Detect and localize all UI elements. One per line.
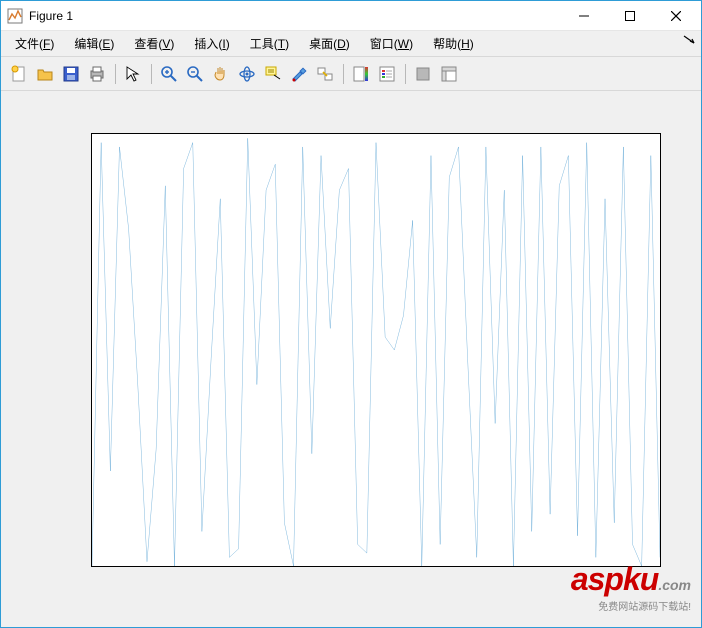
menu-file[interactable]: 文件(F) xyxy=(5,32,64,55)
menu-desktop[interactable]: 桌面(D) xyxy=(299,32,360,55)
menu-window[interactable]: 窗口(W) xyxy=(360,32,423,55)
menu-tools[interactable]: 工具(T) xyxy=(240,32,299,55)
zoom-in-button[interactable] xyxy=(157,62,181,86)
save-button[interactable] xyxy=(59,62,83,86)
data-cursor-button[interactable] xyxy=(261,62,285,86)
show-plot-tools-button[interactable] xyxy=(437,62,461,86)
titlebar: Figure 1 xyxy=(1,1,701,31)
figure-canvas: bb aa xx yy zz aspku.com 免费网站源码下载站! xyxy=(1,91,701,627)
line-series xyxy=(92,134,660,566)
dock-arrow-icon[interactable] xyxy=(683,35,695,50)
close-button[interactable] xyxy=(653,1,699,31)
minimize-button[interactable] xyxy=(561,1,607,31)
rotate-3d-button[interactable] xyxy=(235,62,259,86)
zoom-out-button[interactable] xyxy=(183,62,207,86)
edit-plot-button[interactable] xyxy=(121,62,145,86)
axes[interactable]: bb aa xx yy zz xyxy=(91,133,661,567)
pan-button[interactable] xyxy=(209,62,233,86)
figure-window: Figure 1 文件(F) 编辑(E) 查看(V) 插入(I) 工具(T) 桌… xyxy=(0,0,702,628)
menu-help[interactable]: 帮助(H) xyxy=(423,32,484,55)
hide-plot-tools-button[interactable] xyxy=(411,62,435,86)
menu-edit[interactable]: 编辑(E) xyxy=(64,32,124,55)
new-figure-button[interactable] xyxy=(7,62,31,86)
watermark: aspku.com 免费网站源码下载站! xyxy=(571,561,691,613)
link-plot-icon[interactable] xyxy=(313,62,337,86)
maximize-button[interactable] xyxy=(607,1,653,31)
brush-button[interactable] xyxy=(287,62,311,86)
watermark-brand: aspku xyxy=(571,561,658,597)
watermark-tld: .com xyxy=(658,577,691,593)
watermark-slogan: 免费网站源码下载站! xyxy=(571,598,691,613)
matlab-figure-icon xyxy=(7,8,23,24)
window-title: Figure 1 xyxy=(29,9,73,23)
open-button[interactable] xyxy=(33,62,57,86)
print-button[interactable] xyxy=(85,62,109,86)
menu-view[interactable]: 查看(V) xyxy=(124,32,184,55)
insert-legend-button[interactable] xyxy=(375,62,399,86)
menu-insert[interactable]: 插入(I) xyxy=(184,32,239,55)
menubar: 文件(F) 编辑(E) 查看(V) 插入(I) 工具(T) 桌面(D) 窗口(W… xyxy=(1,31,701,57)
toolbar xyxy=(1,57,701,91)
insert-colorbar-button[interactable] xyxy=(349,62,373,86)
